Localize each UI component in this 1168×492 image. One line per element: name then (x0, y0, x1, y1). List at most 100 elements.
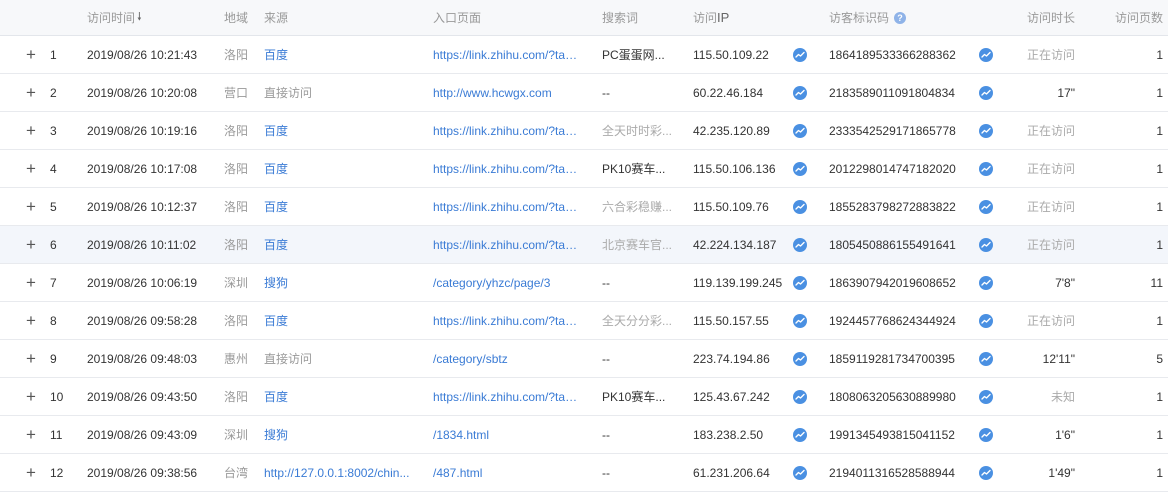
source-link[interactable]: 百度 (264, 36, 424, 73)
source-link[interactable]: 百度 (264, 188, 424, 225)
visitor-trend-icon[interactable] (977, 302, 995, 339)
ip-trend-icon[interactable] (791, 378, 809, 415)
header-pages-label: 访问页数 (1114, 11, 1163, 25)
ip-trend-icon[interactable] (791, 226, 809, 263)
ip-trend-icon[interactable] (791, 340, 809, 377)
expand-row-icon[interactable]: + (22, 264, 40, 301)
visitor-trend-icon[interactable] (977, 226, 995, 263)
expand-row-icon[interactable]: + (22, 188, 40, 225)
entry-page-text: https://link.zhihu.com/?target=... (433, 199, 581, 214)
table-row[interactable]: +1 2019/08/26 10:21:43 洛阳 百度 https://link.zh… (0, 36, 1168, 74)
visitor-id: 1855283798272883822 (829, 199, 956, 214)
entry-page-link[interactable]: /category/sbtz (433, 340, 581, 377)
table-row[interactable]: +8 2019/08/26 09:58:28 洛阳 百度 https://link.zh… (0, 302, 1168, 340)
search-keyword: PK10赛车... (602, 378, 678, 415)
entry-page-link[interactable]: https://link.zhihu.com/?target=... (433, 226, 581, 263)
entry-page-link[interactable]: https://link.zhihu.com/?target=... (433, 150, 581, 187)
search-keyword-text: PK10赛车... (602, 162, 666, 176)
entry-page-text: /category/sbtz (433, 351, 508, 366)
ip-trend-icon[interactable] (791, 150, 809, 187)
expand-row-icon[interactable]: + (22, 36, 40, 73)
ip-trend-icon[interactable] (791, 302, 809, 339)
search-keyword-text: PC蛋蛋网... (602, 48, 665, 62)
trend-line-icon (793, 199, 807, 214)
table-row[interactable]: +9 2019/08/26 09:48:03 惠州 直接访问/category/sbt… (0, 340, 1168, 378)
expand-row-icon[interactable]: + (22, 74, 40, 111)
row-index: 7 (50, 275, 57, 290)
page-count: 1 (1156, 237, 1163, 252)
visitor-trend-icon[interactable] (977, 416, 995, 453)
source-link[interactable]: 搜狗 (264, 264, 424, 301)
table-row[interactable]: +3 2019/08/26 10:19:16 洛阳 百度 https://link.zh… (0, 112, 1168, 150)
source-text: 百度 (264, 238, 289, 252)
entry-page-link[interactable]: /487.html (433, 454, 581, 491)
source-link[interactable]: 百度 (264, 378, 424, 415)
entry-page-link[interactable]: /1834.html (433, 416, 581, 453)
expand-row-icon[interactable]: + (22, 340, 40, 377)
source-link[interactable]: 搜狗 (264, 416, 424, 453)
search-keyword-text: -- (602, 351, 610, 366)
trend-line-icon (793, 123, 807, 138)
table-row[interactable]: +5 2019/08/26 10:12:37 洛阳 百度 https://link.zh… (0, 188, 1168, 226)
row-index: 10 (50, 389, 64, 404)
ip-trend-icon[interactable] (791, 264, 809, 301)
table-row[interactable]: +7 2019/08/26 10:06:19 深圳 搜狗/category/yhzc/… (0, 264, 1168, 302)
visitor-trend-icon[interactable] (977, 36, 995, 73)
search-keyword-text: -- (602, 427, 610, 442)
source-link[interactable]: 百度 (264, 112, 424, 149)
source-link[interactable]: http://127.0.0.1:8002/chin... (264, 454, 424, 491)
expand-row-icon[interactable]: + (22, 226, 40, 263)
page-count: 1 (1156, 313, 1163, 328)
ip-trend-icon[interactable] (791, 112, 809, 149)
source-link[interactable]: 百度 (264, 226, 424, 263)
visitor-trend-icon[interactable] (977, 188, 995, 225)
ip-trend-icon[interactable] (791, 454, 809, 491)
table-row[interactable]: +11 2019/08/26 09:43:09 深圳 搜狗/1834.html -- 18… (0, 416, 1168, 454)
ip-trend-icon[interactable] (791, 36, 809, 73)
visitor-trend-icon[interactable] (977, 150, 995, 187)
visitor-ip: 115.50.106.136 (693, 161, 776, 176)
entry-page-link[interactable]: https://link.zhihu.com/?target=... (433, 378, 581, 415)
plus-icon: + (26, 83, 36, 102)
entry-page-link[interactable]: https://link.zhihu.com/?target=... (433, 302, 581, 339)
table-row[interactable]: +4 2019/08/26 10:17:08 洛阳 百度 https://link.zh… (0, 150, 1168, 188)
entry-page-link[interactable]: https://link.zhihu.com/?target=... (433, 36, 581, 73)
expand-row-icon[interactable]: + (22, 416, 40, 453)
entry-page-link[interactable]: http://www.hcwgx.com (433, 74, 581, 111)
visitor-trend-icon[interactable] (977, 74, 995, 111)
help-icon[interactable]: ? (894, 11, 907, 24)
header-visit-time[interactable]: 访问时间 🠗 (87, 0, 217, 35)
expand-row-icon[interactable]: + (22, 112, 40, 149)
entry-page-link[interactable]: /category/yhzc/page/3 (433, 264, 581, 301)
visit-time: 2019/08/26 10:06:19 (87, 275, 198, 290)
trend-line-icon (979, 427, 993, 442)
visitor-trend-icon[interactable] (977, 340, 995, 377)
expand-row-icon[interactable]: + (22, 378, 40, 415)
table-row[interactable]: +6 2019/08/26 10:11:02 洛阳 百度 https://link.zh… (0, 226, 1168, 264)
trend-line-icon (793, 465, 807, 480)
visitor-trend-icon[interactable] (977, 264, 995, 301)
source-link[interactable]: 百度 (264, 302, 424, 339)
source-link[interactable]: 百度 (264, 150, 424, 187)
entry-page-link[interactable]: https://link.zhihu.com/?target=... (433, 112, 581, 149)
ip-trend-icon[interactable] (791, 74, 809, 111)
ip-trend-icon[interactable] (791, 416, 809, 453)
visitor-trend-icon[interactable] (977, 378, 995, 415)
visit-duration: 未知 (1050, 390, 1075, 404)
search-keyword: 全天时时彩... (602, 112, 678, 149)
visitor-ip: 119.139.199.245 (693, 275, 783, 290)
expand-row-icon[interactable]: + (22, 302, 40, 339)
entry-page-link[interactable]: https://link.zhihu.com/?target=... (433, 188, 581, 225)
expand-row-icon[interactable]: + (22, 150, 40, 187)
visitor-ip: 125.43.67.242 (693, 389, 770, 404)
ip-trend-icon[interactable] (791, 188, 809, 225)
source-text: 搜狗 (264, 276, 289, 290)
visitor-trend-icon[interactable] (977, 454, 995, 491)
table-row[interactable]: +10 2019/08/26 09:43:50 洛阳 百度 https://link.z… (0, 378, 1168, 416)
entry-page-text: https://link.zhihu.com/?target=... (433, 47, 581, 62)
table-row[interactable]: +2 2019/08/26 10:20:08 营口 直接访问 http://www.hc… (0, 74, 1168, 112)
table-row[interactable]: +12 2019/08/26 09:38:56 台湾 http://127.0.0.1… (0, 454, 1168, 492)
row-index: 12 (50, 465, 64, 480)
visitor-trend-icon[interactable] (977, 112, 995, 149)
expand-row-icon[interactable]: + (22, 454, 40, 491)
